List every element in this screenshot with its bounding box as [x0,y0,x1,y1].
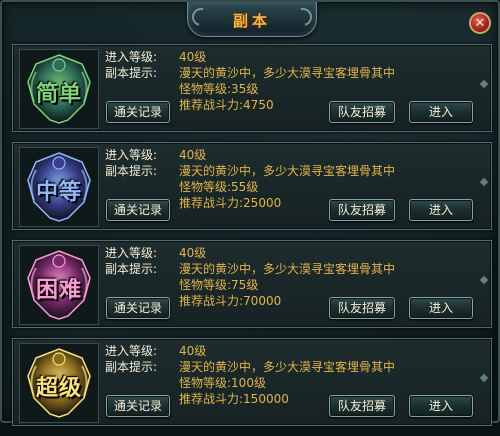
power-value: 150000 [243,392,289,406]
clear-record-button[interactable]: 通关记录 [106,297,170,319]
difficulty-label: 超级 [35,376,82,401]
power-value: 70000 [243,294,282,308]
entry-level-label: 进入等级: [105,246,158,260]
monster-level-label: 怪物等级: [179,180,232,194]
enter-dungeon-button[interactable]: 进入 [409,101,473,123]
power-value: 25000 [243,196,282,210]
hint-text: 漫天的黄沙中，多少大漠寻宝客埋骨其中 [179,360,396,374]
hint-label: 副本提示: [105,262,158,276]
recruit-teammate-button[interactable]: 队友招募 [329,101,395,123]
hint-label: 副本提示: [105,360,158,374]
difficulty-emblem: 简单 [19,49,99,129]
power-value: 4750 [243,98,274,112]
entry-level-value: 40级 [179,246,207,260]
title-plate: 副本 [187,2,317,37]
dungeon-card: 简单 进入等级: 40级 副本提示: 漫天的黄沙中，多少大漠寻宝客埋骨其中 怪物等级… [12,44,492,132]
entry-level-value: 40级 [179,148,207,162]
difficulty-emblem: 超级 [19,343,99,423]
close-icon[interactable]: ✕ [469,12,491,34]
monster-level-label: 怪物等级: [179,278,232,292]
monster-level-label: 怪物等级: [179,82,232,96]
difficulty-emblem: 中等 [19,147,99,227]
side-ornament [479,373,489,383]
difficulty-label: 简单 [35,82,82,107]
hint-label: 副本提示: [105,164,158,178]
recruit-teammate-button[interactable]: 队友招募 [329,395,395,417]
side-ornament [479,177,489,187]
recruit-teammate-button[interactable]: 队友招募 [329,199,395,221]
dungeon-card: 中等 进入等级: 40级 副本提示: 漫天的黄沙中，多少大漠寻宝客埋骨其中 怪物等级… [12,142,492,230]
enter-dungeon-button[interactable]: 进入 [409,395,473,417]
difficulty-label: 中等 [35,180,82,205]
enter-dungeon-button[interactable]: 进入 [409,297,473,319]
entry-level-value: 40级 [179,344,207,358]
clear-record-button[interactable]: 通关记录 [106,199,170,221]
entry-level-value: 40级 [179,50,207,64]
dungeon-window: 副本 ✕ 简单 进入等级:40级 副本提示:漫天的黄沙中，多少大漠寻宝客埋骨 [0,0,500,426]
clear-record-button[interactable]: 通关记录 [106,101,170,123]
window-title: 副本 [232,12,271,30]
hint-text: 漫天的黄沙中，多少大漠寻宝客埋骨其中 [179,164,396,178]
hint-text: 漫天的黄沙中，多少大漠寻宝客埋骨其中 [179,66,396,80]
hint-label: 副本提示: [105,66,158,80]
monster-level-value: 75级 [231,278,259,292]
enter-dungeon-button[interactable]: 进入 [409,199,473,221]
clear-record-button[interactable]: 通关记录 [106,395,170,417]
hint-text: 漫天的黄沙中，多少大漠寻宝客埋骨其中 [179,262,396,276]
side-ornament [479,275,489,285]
entry-level-label: 进入等级: [105,50,158,64]
dungeon-list: 简单 进入等级: 40级 副本提示: 漫天的黄沙中，多少大漠寻宝客埋骨其中 怪物等级… [12,44,492,436]
dungeon-card: 超级 进入等级: 40级 副本提示: 漫天的黄沙中，多少大漠寻宝客埋骨其中 怪物等级… [12,338,492,426]
monster-level-label: 怪物等级: [179,376,232,390]
monster-level-value: 100级 [231,376,266,390]
entry-level-label: 进入等级: [105,344,158,358]
dungeon-card: 困难 进入等级: 40级 副本提示: 漫天的黄沙中，多少大漠寻宝客埋骨其中 怪物等级… [12,240,492,328]
side-ornament [479,79,489,89]
difficulty-emblem: 困难 [19,245,99,325]
recruit-teammate-button[interactable]: 队友招募 [329,297,395,319]
difficulty-label: 困难 [35,278,82,303]
entry-level-label: 进入等级: [105,148,158,162]
monster-level-value: 55级 [231,180,259,194]
monster-level-value: 35级 [231,82,259,96]
